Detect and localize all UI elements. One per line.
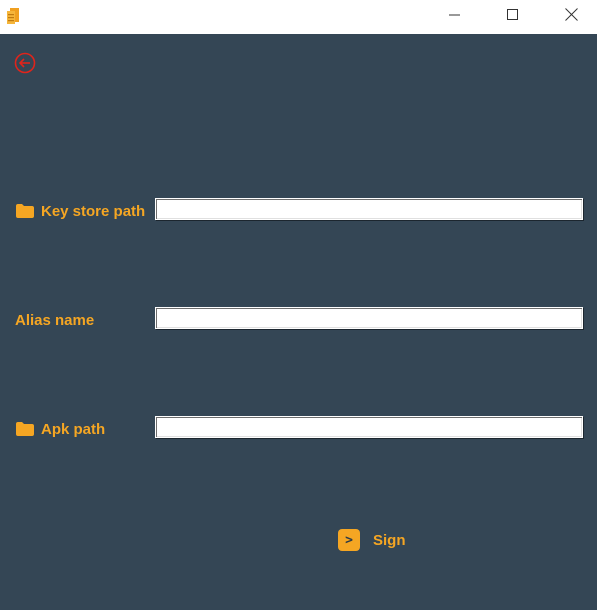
apk-path-label-group[interactable]: Apk path xyxy=(15,417,105,441)
sign-button-label: Sign xyxy=(373,531,406,549)
folder-icon[interactable] xyxy=(16,422,34,436)
alias-name-input[interactable] xyxy=(155,307,583,329)
terminal-prompt-icon: > xyxy=(338,529,360,551)
back-arrow-circle-icon xyxy=(14,52,36,79)
alias-name-label: Alias name xyxy=(15,311,95,329)
close-button[interactable] xyxy=(548,0,594,34)
back-button[interactable] xyxy=(13,52,37,79)
close-icon xyxy=(564,8,578,26)
app-icon xyxy=(7,8,19,24)
minimize-icon xyxy=(449,8,461,26)
apk-path-input[interactable] xyxy=(155,416,583,438)
apk-path-label: Apk path xyxy=(41,420,106,438)
maximize-button[interactable] xyxy=(490,0,536,34)
maximize-icon xyxy=(507,8,519,26)
sign-button[interactable]: > Sign xyxy=(336,527,406,553)
alias-name-label-group: Alias name xyxy=(15,308,94,332)
keystore-path-input[interactable] xyxy=(155,198,583,220)
folder-icon[interactable] xyxy=(16,204,34,218)
keystore-path-label: Key store path xyxy=(41,202,146,220)
title-bar xyxy=(0,0,597,34)
minimize-button[interactable] xyxy=(432,0,478,34)
app-window: Key store path Alias name Apk path > Sig… xyxy=(0,0,597,610)
keystore-path-label-group[interactable]: Key store path xyxy=(15,199,145,223)
